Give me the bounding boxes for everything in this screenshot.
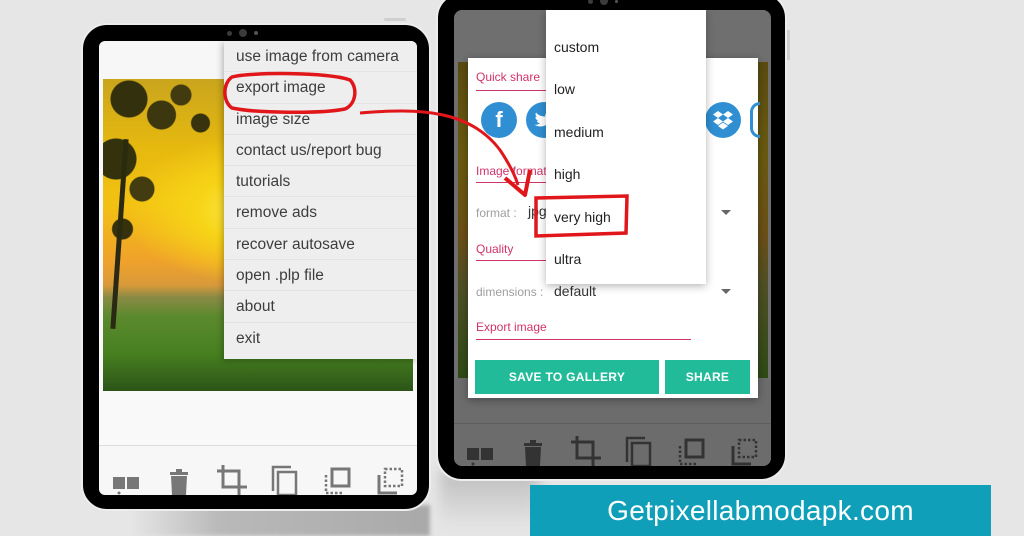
menu-item-image-size[interactable]: image size (224, 104, 417, 135)
dropbox-share-icon[interactable] (705, 102, 741, 138)
quality-option-medium[interactable]: medium (546, 111, 706, 153)
menu-item-use-image-from-camera[interactable]: use image from camera (224, 41, 417, 73)
quality-label: Quality (476, 242, 514, 256)
select-front-icon (677, 436, 707, 466)
front-camera (227, 29, 258, 37)
menu-item-about[interactable]: about (224, 291, 417, 323)
export-image-underline (476, 339, 691, 340)
quality-option-low[interactable]: low (546, 68, 706, 110)
more-share-icon[interactable] (750, 102, 760, 138)
canvas-empty-area (99, 391, 417, 445)
bottom-toolbar (99, 446, 417, 495)
format-dropdown-caret-icon[interactable] (721, 210, 731, 215)
quick-share-label: Quick share (476, 70, 541, 84)
tree-foliage (103, 79, 233, 279)
quality-dropdown: custom low medium high very high ultra (546, 10, 706, 284)
quality-option-high[interactable]: high (546, 153, 706, 195)
crop-icon[interactable] (216, 465, 247, 495)
menu-item-exit[interactable]: exit (224, 323, 417, 354)
bottom-toolbar (454, 424, 771, 466)
dimensions-field-label: dimensions : (476, 285, 544, 299)
layers-icon[interactable] (111, 465, 141, 495)
left-screen: use image from camera export image image… (99, 41, 417, 495)
delete-icon[interactable] (164, 465, 194, 495)
layers-icon (465, 436, 495, 466)
quality-option-custom[interactable]: custom (546, 26, 706, 68)
right-tablet: Quick share f Image format format : jpg … (436, 0, 787, 481)
dimensions-dropdown-caret-icon[interactable] (721, 289, 731, 294)
image-format-label: Image format (476, 164, 547, 178)
select-back-icon[interactable] (376, 465, 406, 495)
duplicate-icon (624, 436, 654, 466)
front-camera (588, 0, 618, 5)
select-front-icon[interactable] (323, 465, 353, 495)
menu-item-contact-us[interactable]: contact us/report bug (224, 135, 417, 167)
quality-option-ultra[interactable]: ultra (546, 238, 706, 280)
menu-item-recover-autosave[interactable]: recover autosave (224, 229, 417, 261)
format-select-value[interactable]: jpg (528, 203, 547, 219)
facebook-share-icon[interactable]: f (481, 102, 517, 138)
select-back-icon (730, 436, 760, 466)
menu-item-remove-ads[interactable]: remove ads (224, 197, 417, 229)
menu-item-open-plp-file[interactable]: open .plp file (224, 260, 417, 292)
save-to-gallery-button[interactable]: SAVE TO GALLERY (475, 360, 659, 394)
right-screen: Quick share f Image format format : jpg … (454, 10, 771, 466)
delete-icon (518, 436, 548, 466)
quality-option-very-high[interactable]: very high (546, 196, 706, 238)
overflow-menu: use image from camera export image image… (224, 41, 417, 359)
crop-icon (571, 436, 602, 466)
menu-item-export-image[interactable]: export image (224, 72, 417, 104)
duplicate-icon[interactable] (270, 465, 300, 495)
format-field-label: format : (476, 206, 517, 220)
tablet-side-button (384, 18, 406, 21)
menu-item-tutorials[interactable]: tutorials (224, 166, 417, 198)
dimensions-select-value[interactable]: default (554, 283, 596, 299)
export-image-label: Export image (476, 320, 547, 334)
share-button[interactable]: SHARE (665, 360, 750, 394)
website-banner: Getpixellabmodapk.com (530, 485, 991, 536)
left-tablet: use image from camera export image image… (81, 23, 431, 511)
